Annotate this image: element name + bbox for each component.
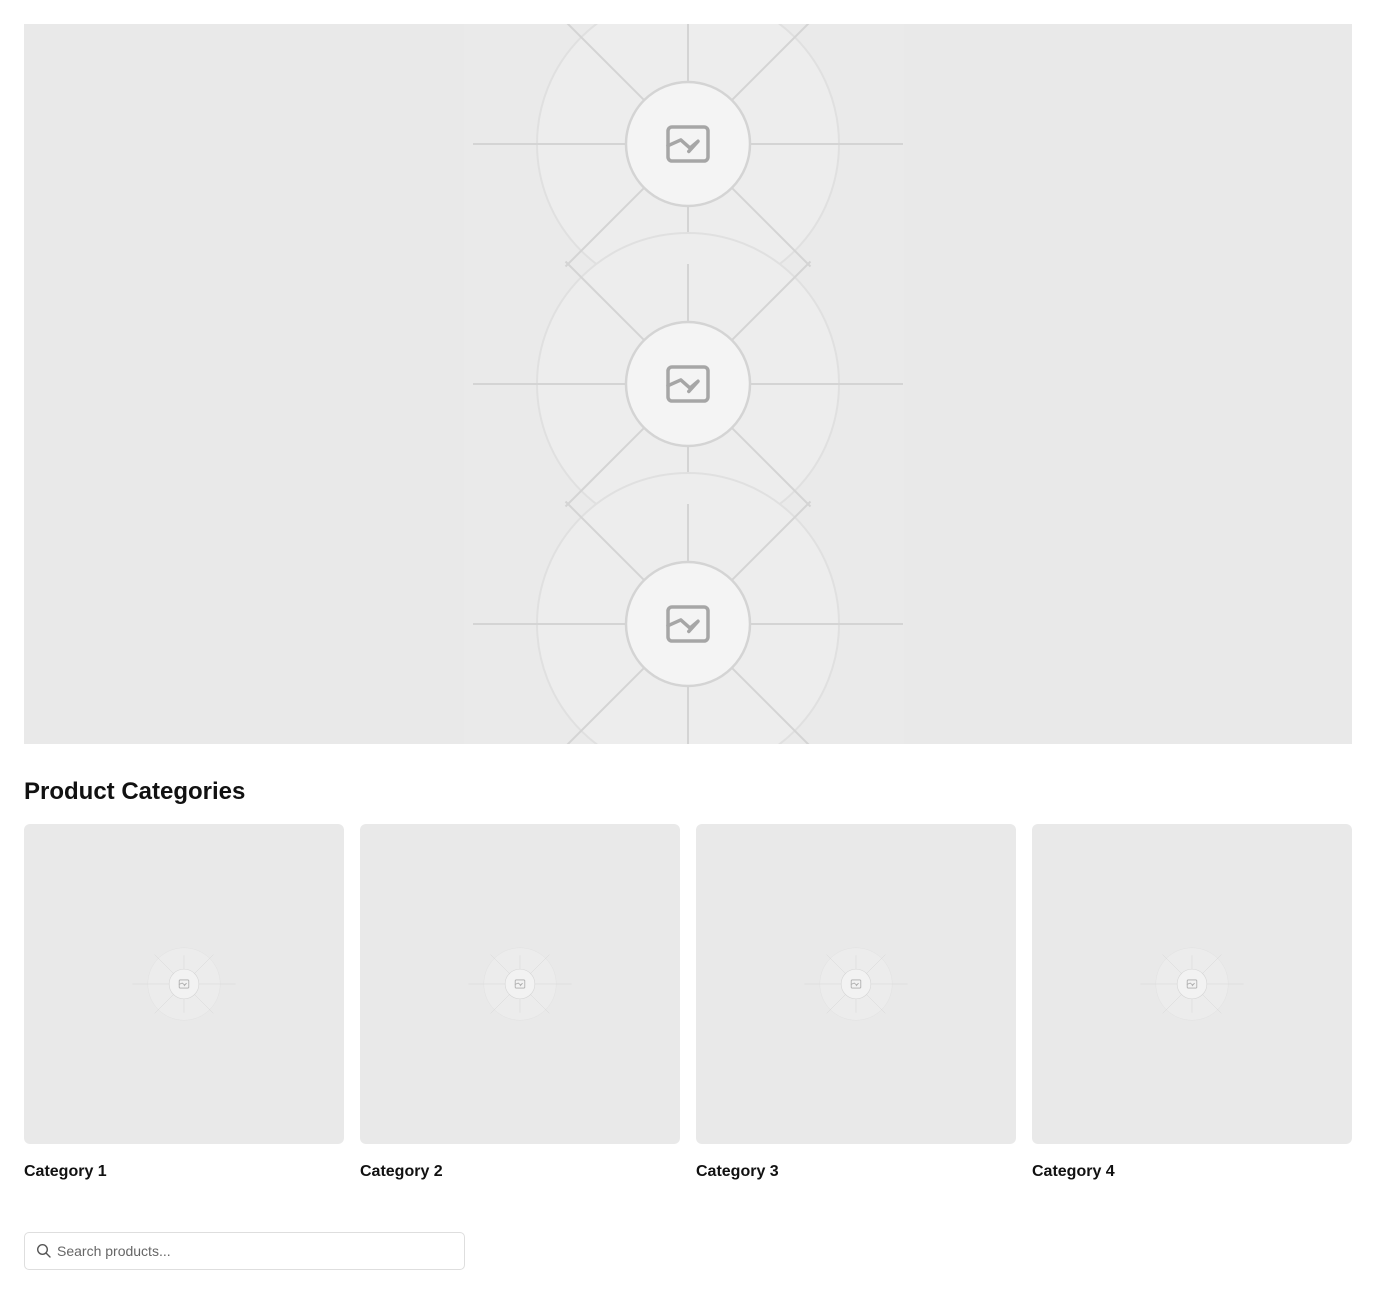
section-title: Product Categories xyxy=(24,778,246,805)
category-label[interactable]: Category 4 xyxy=(1032,1162,1352,1182)
image-placeholder-icon xyxy=(468,947,572,1021)
category-image[interactable] xyxy=(24,824,344,1144)
category-label[interactable]: Category 3 xyxy=(696,1162,1016,1182)
category-label[interactable]: Category 2 xyxy=(360,1162,680,1182)
image-placeholder-icon xyxy=(132,947,236,1021)
category-image[interactable] xyxy=(360,824,680,1144)
hero-banner-image[interactable] xyxy=(24,24,1352,744)
search-input[interactable] xyxy=(57,1233,457,1269)
category-card-2[interactable]: Category 2 xyxy=(360,824,680,1182)
category-image[interactable] xyxy=(1032,824,1352,1144)
page: Product Categories Category 1 Category 2… xyxy=(0,0,1376,1296)
image-placeholder-icon xyxy=(804,947,908,1021)
category-card-3[interactable]: Category 3 xyxy=(696,824,1016,1182)
category-card-1[interactable]: Category 1 xyxy=(24,824,344,1182)
category-card-4[interactable]: Category 4 xyxy=(1032,824,1352,1182)
search-box[interactable] xyxy=(24,1232,465,1270)
search-icon xyxy=(36,1243,51,1258)
category-grid: Category 1 Category 2 Category 3 Categor… xyxy=(24,824,1352,1182)
category-image[interactable] xyxy=(696,824,1016,1144)
hero-placeholder-graphic xyxy=(464,24,904,744)
image-placeholder-icon xyxy=(1140,947,1244,1021)
category-label[interactable]: Category 1 xyxy=(24,1162,344,1182)
